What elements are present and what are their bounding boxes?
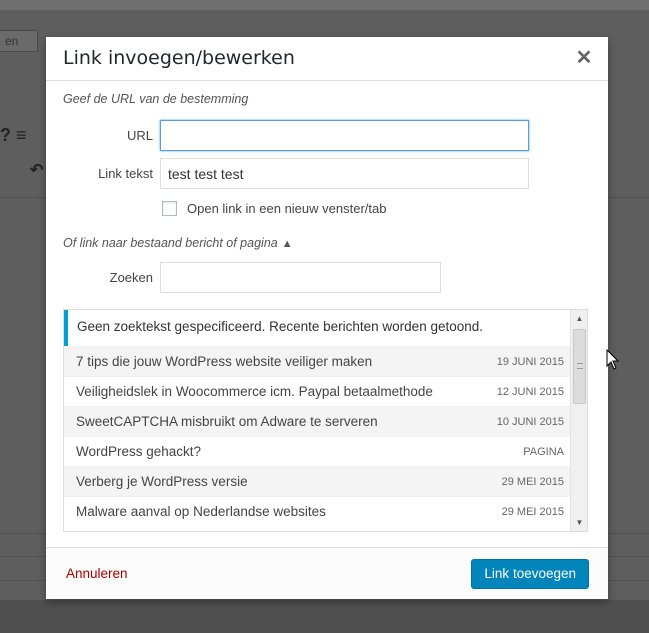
result-date: PAGINA <box>523 445 564 458</box>
result-date: 29 MEI 2015 <box>501 505 564 518</box>
result-item[interactable]: SweetCAPTCHA misbruikt om Adware te serv… <box>64 406 570 436</box>
dialog-footer: Annuleren Link toevoegen <box>46 547 608 599</box>
result-title: Verberg je WordPress versie <box>76 474 248 489</box>
url-input[interactable] <box>160 120 529 151</box>
result-date: 12 JUNI 2015 <box>496 385 564 398</box>
triangle-up-icon: ▲ <box>281 238 293 250</box>
link-text-input[interactable] <box>160 158 529 189</box>
cancel-link[interactable]: Annuleren <box>66 566 128 581</box>
result-item[interactable]: Malware aanval op Nederlandse websites 2… <box>64 496 570 526</box>
scrollbar-thumb[interactable] <box>573 329 586 404</box>
new-window-option[interactable]: Open link in een nieuw venster/tab <box>162 201 386 216</box>
link-dialog: Link invoegen/bewerken ✕ Geef de URL van… <box>46 37 608 599</box>
mouse-cursor-icon <box>606 349 620 370</box>
results-scrollbar[interactable]: ▲ ▼ <box>570 310 587 531</box>
background-footer <box>0 600 649 633</box>
scroll-down-icon[interactable]: ▼ <box>571 514 587 531</box>
result-list: Geen zoektekst gespecificeerd. Recente b… <box>64 310 570 526</box>
url-hint: Geef de URL van de bestemming <box>63 92 249 106</box>
add-link-button[interactable]: Link toevoegen <box>471 559 589 589</box>
url-label: URL <box>126 128 153 143</box>
existing-content-toggle[interactable]: Of link naar bestaand bericht of pagina ▲ <box>63 236 293 250</box>
result-title: Malware aanval op Nederlandse websites <box>76 504 326 519</box>
grip-icon <box>577 363 583 369</box>
existing-content-hint: Of link naar bestaand bericht of pagina <box>63 236 278 250</box>
background-button: en <box>0 30 38 52</box>
new-window-label: Open link in een nieuw venster/tab <box>187 201 387 216</box>
new-window-checkbox[interactable] <box>162 201 177 216</box>
link-text-label: Link tekst <box>98 166 153 181</box>
search-input[interactable] <box>160 262 441 293</box>
background-toolbar-glyphs: ? ≡ <box>0 125 27 145</box>
result-date: 10 JUNI 2015 <box>496 415 564 428</box>
scroll-up-icon[interactable]: ▲ <box>571 310 587 327</box>
close-icon[interactable]: ✕ <box>574 46 594 70</box>
result-date: 29 MEI 2015 <box>501 475 564 488</box>
dialog-header: Link invoegen/bewerken ✕ <box>46 37 608 81</box>
result-item[interactable]: Veiligheidslek in Woocommerce icm. Paypa… <box>64 376 570 406</box>
search-label: Zoeken <box>109 270 153 285</box>
result-date: 19 JUNI 2015 <box>496 355 564 368</box>
dialog-title: Link invoegen/bewerken <box>63 47 295 69</box>
result-item[interactable]: WordPress gehackt? PAGINA <box>64 436 570 466</box>
result-title: WordPress gehackt? <box>76 444 202 459</box>
result-item[interactable]: Verberg je WordPress versie 29 MEI 2015 <box>64 466 570 496</box>
search-results: Geen zoektekst gespecificeerd. Recente b… <box>63 309 588 532</box>
result-item[interactable]: 7 tips die jouw WordPress website veilig… <box>64 346 570 376</box>
result-title: Veiligheidslek in Woocommerce icm. Paypa… <box>76 384 433 399</box>
result-title: SweetCAPTCHA misbruikt om Adware te serv… <box>76 414 378 429</box>
results-notice: Geen zoektekst gespecificeerd. Recente b… <box>64 310 570 346</box>
result-title: 7 tips die jouw WordPress website veilig… <box>76 354 373 369</box>
